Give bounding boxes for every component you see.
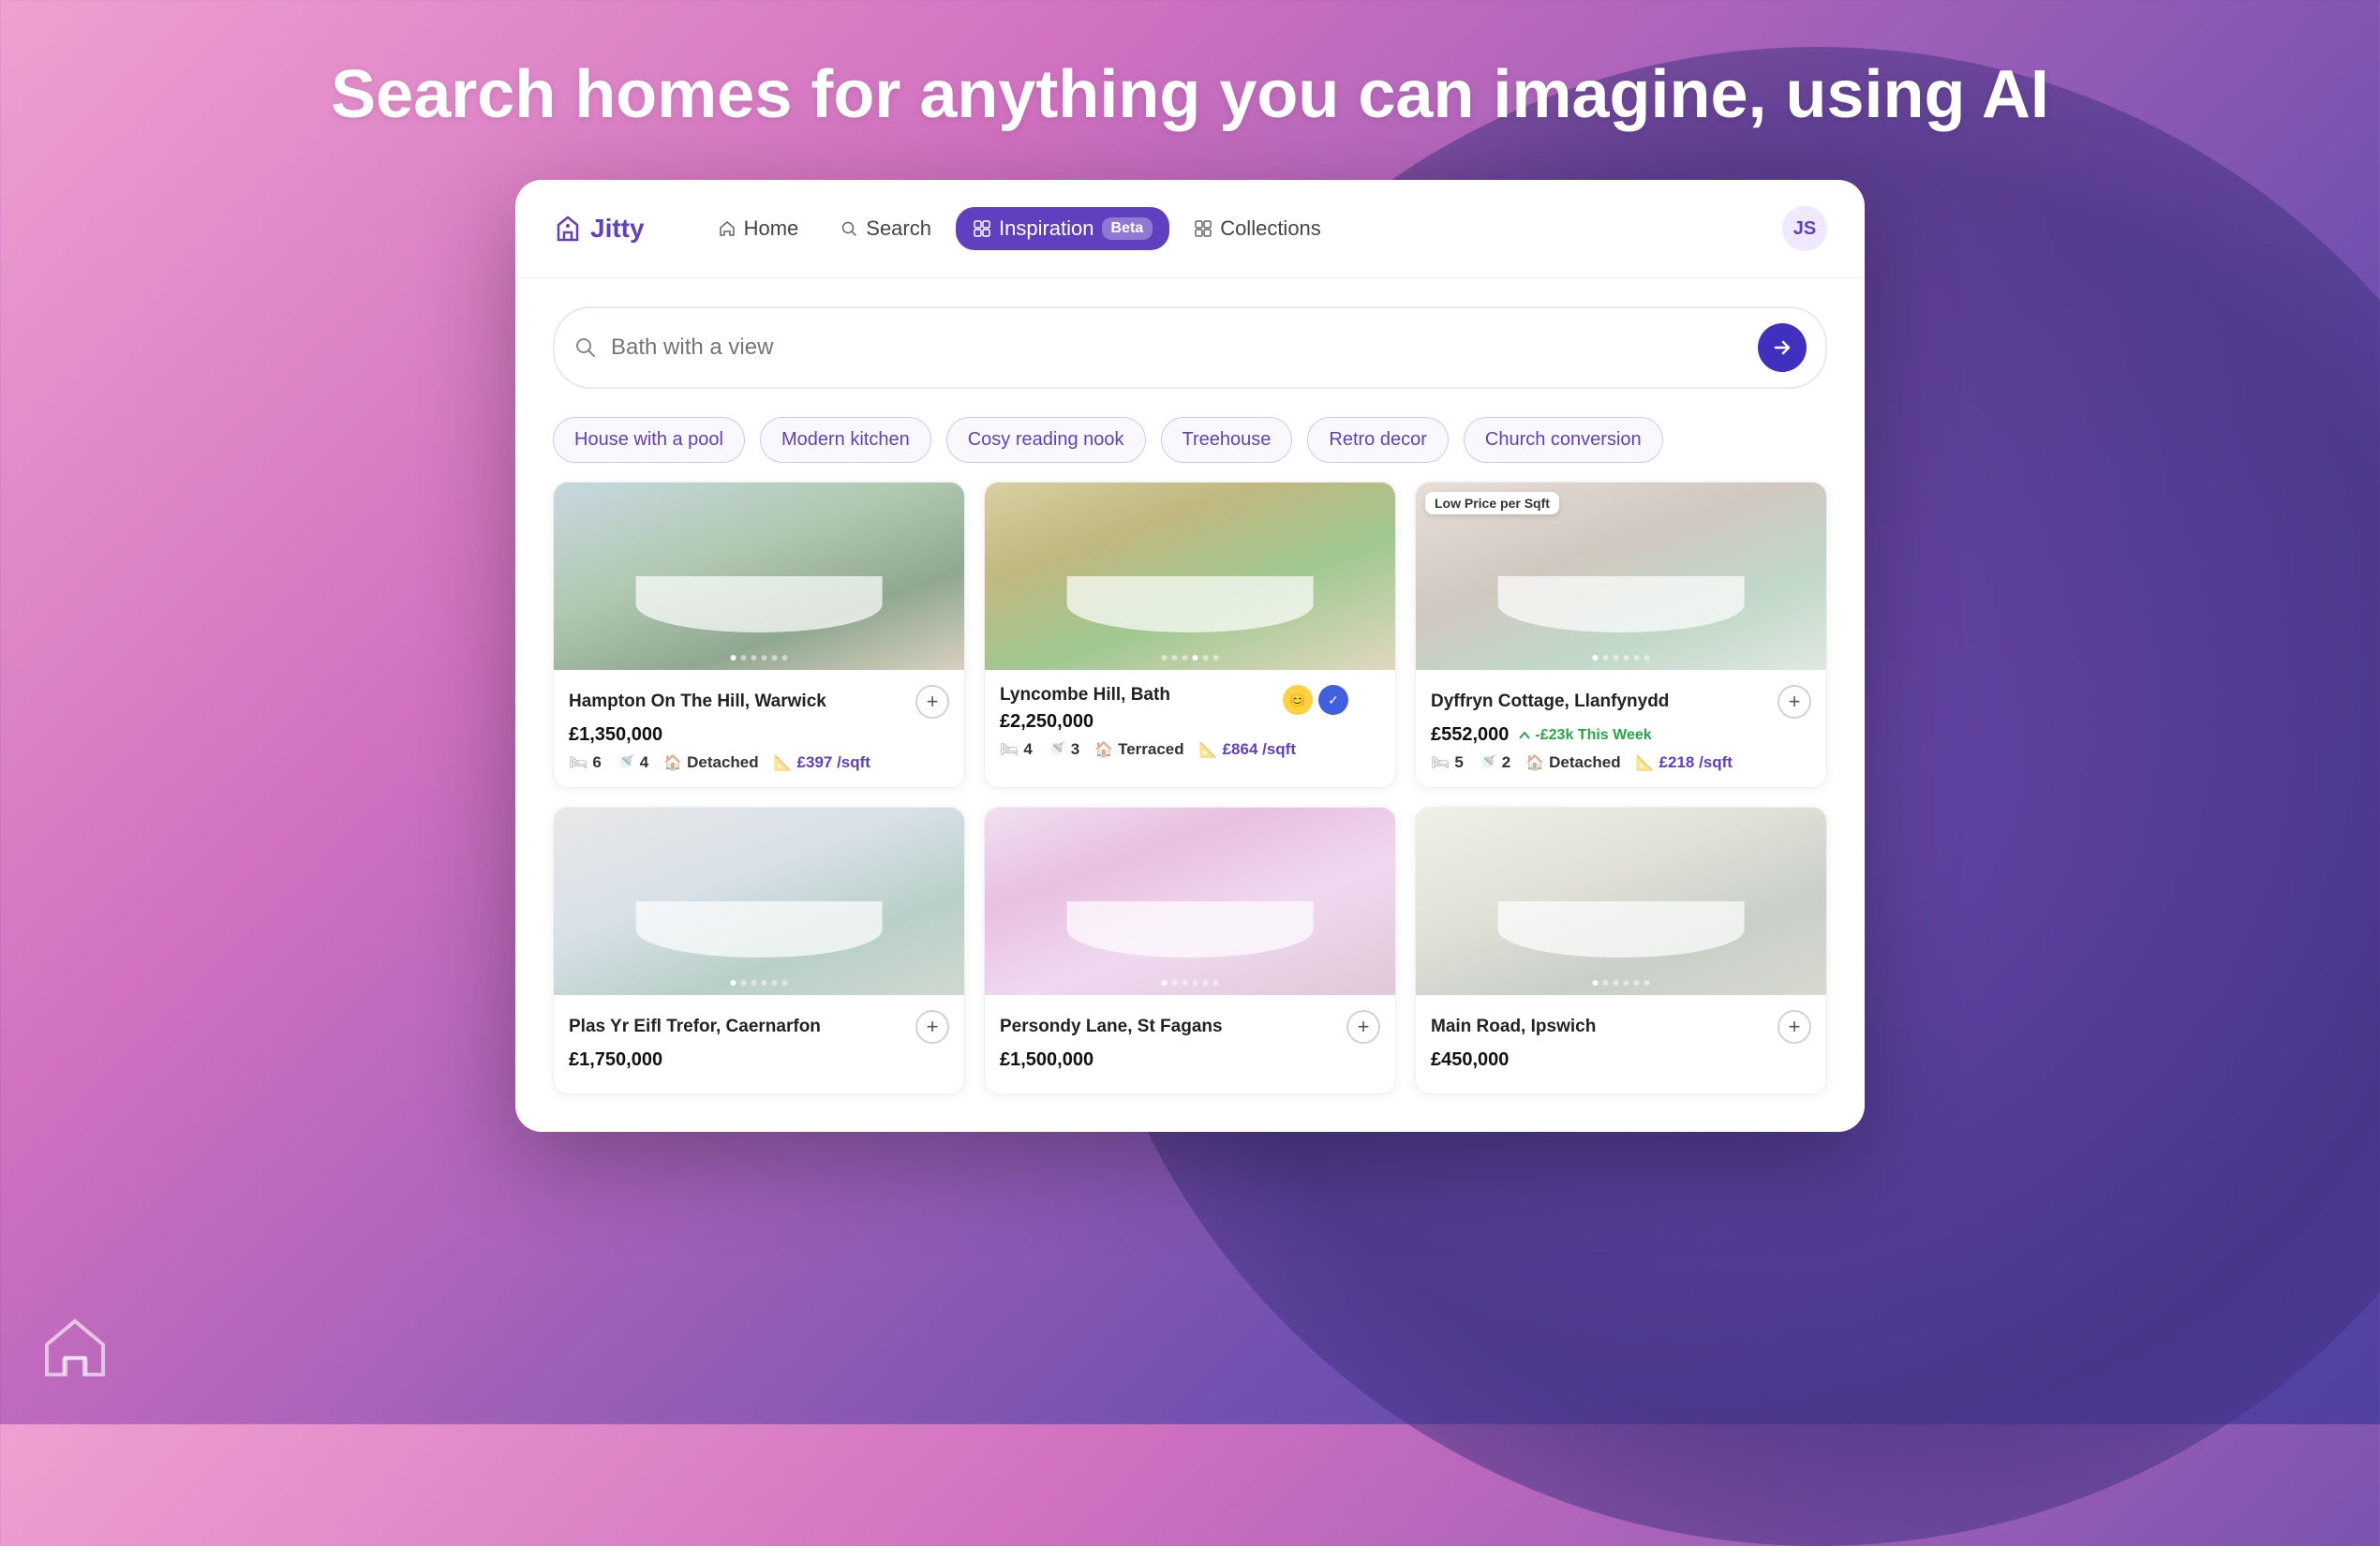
property-info-1: Hampton On The Hill, Warwick + £1,350,00… (554, 670, 964, 787)
property-image-3: Low Price per Sqft (1416, 483, 1826, 670)
navigation: Jitty Home Search (515, 180, 1865, 278)
beds-2: 🛏 4 (1000, 740, 1033, 759)
sqft-3: 📐 £218 /sqft (1636, 753, 1733, 772)
chip-retro-decor[interactable]: Retro decor (1307, 417, 1449, 463)
price-drop-3: -£23k This Week (1518, 727, 1651, 744)
property-info-2: Lyncombe Hill, Bath 😊 ✓ £2,250,000 🛏 4 (985, 670, 1395, 774)
sqft-1: 📐 £397 /sqft (774, 753, 870, 772)
baths-1: 🚿 4 (617, 753, 648, 772)
add-button-1[interactable]: + (915, 685, 949, 719)
property-name-1: Hampton On The Hill, Warwick (569, 691, 826, 712)
property-name-5: Persondy Lane, St Fagans (1000, 1017, 1223, 1037)
chip-modern-kitchen[interactable]: Modern kitchen (760, 417, 931, 463)
property-name-4: Plas Yr Eifl Trefor, Caernarfon (569, 1017, 821, 1037)
property-price-4: £1,750,000 (569, 1049, 662, 1071)
type-1: 🏠 Detached (663, 753, 758, 772)
user-avatar[interactable]: JS (1782, 206, 1827, 251)
search-bar: Bath with a view (553, 306, 1827, 389)
logo-icon (553, 214, 583, 244)
image-dots-5 (1162, 980, 1219, 986)
property-price-1: £1,350,000 (569, 724, 662, 746)
type-2: 🏠 Terraced (1094, 740, 1183, 759)
property-image-2 (985, 483, 1395, 670)
image-dots-4 (731, 980, 788, 986)
chip-house-with-pool[interactable]: House with a pool (553, 417, 745, 463)
property-info-6: Main Road, Ipswich + £450,000 (1416, 995, 1826, 1093)
add-button-5[interactable]: + (1346, 1010, 1380, 1044)
image-dots-6 (1593, 980, 1650, 986)
property-card-6[interactable]: Main Road, Ipswich + £450,000 (1415, 807, 1827, 1094)
property-price-6: £450,000 (1431, 1049, 1509, 1071)
image-dots-3 (1593, 655, 1650, 661)
property-image-5 (985, 808, 1395, 995)
property-info-4: Plas Yr Eifl Trefor, Caernarfon + £1,750… (554, 995, 964, 1093)
chip-treehouse[interactable]: Treehouse (1161, 417, 1293, 463)
nav-home[interactable]: Home (701, 207, 816, 250)
beds-1: 🛏 6 (569, 753, 602, 772)
search-icon (573, 335, 598, 360)
image-dots-2 (1162, 655, 1219, 661)
search-section: Bath with a view (515, 278, 1865, 408)
property-price-5: £1,500,000 (1000, 1049, 1093, 1071)
beta-badge: Beta (1102, 217, 1153, 240)
property-card-1[interactable]: Hampton On The Hill, Warwick + £1,350,00… (553, 482, 965, 788)
property-image-4 (554, 808, 964, 995)
type-3: 🏠 Detached (1525, 753, 1620, 772)
property-image-6 (1416, 808, 1826, 995)
property-price-2: £2,250,000 (1000, 711, 1093, 733)
add-button-3[interactable]: + (1778, 685, 1811, 719)
chip-church-conversion[interactable]: Church conversion (1464, 417, 1663, 463)
logo[interactable]: Jitty (553, 214, 645, 244)
property-card-4[interactable]: Plas Yr Eifl Trefor, Caernarfon + £1,750… (553, 807, 965, 1094)
nav-items: Home Search Inspiration Beta (701, 207, 1745, 250)
price-drop-icon (1518, 729, 1531, 742)
property-card-3[interactable]: Low Price per Sqft Dyffryn Cottage, Llan… (1415, 482, 1827, 788)
badge-yellow-2: 😊 (1283, 685, 1313, 715)
image-dots-1 (731, 655, 788, 661)
property-details-3: 🛏 5 🚿 2 🏠 Detached 📐 £218 /sqft (1431, 753, 1811, 772)
add-button-6[interactable]: + (1778, 1010, 1811, 1044)
search-submit-button[interactable] (1758, 323, 1807, 372)
home-nav-icon (718, 219, 736, 238)
property-info-5: Persondy Lane, St Fagans + £1,500,000 (985, 995, 1395, 1093)
filter-chips: House with a pool Modern kitchen Cosy re… (515, 408, 1865, 482)
property-grid: Hampton On The Hill, Warwick + £1,350,00… (515, 482, 1865, 1132)
arrow-right-icon (1772, 337, 1792, 358)
inspiration-nav-icon (973, 219, 991, 238)
property-details-2: 🛏 4 🚿 3 🏠 Terraced 📐 £864 /sqft (1000, 740, 1380, 759)
add-button-4[interactable]: + (915, 1010, 949, 1044)
nav-search[interactable]: Search (823, 207, 948, 250)
home-icon-large (37, 1307, 112, 1382)
property-name-6: Main Road, Ipswich (1431, 1017, 1596, 1037)
property-image-1 (554, 483, 964, 670)
badge-blue-2: ✓ (1318, 685, 1348, 715)
low-price-badge: Low Price per Sqft (1425, 492, 1559, 514)
nav-collections[interactable]: Collections (1177, 207, 1338, 250)
property-price-3: £552,000 (1431, 724, 1509, 746)
nav-inspiration[interactable]: Inspiration Beta (956, 207, 1169, 250)
property-name-2: Lyncombe Hill, Bath (1000, 685, 1170, 706)
property-info-3: Dyffryn Cottage, Llanfynydd + £552,000 -… (1416, 670, 1826, 787)
chip-cosy-reading-nook[interactable]: Cosy reading nook (946, 417, 1146, 463)
sqft-2: 📐 £864 /sqft (1199, 740, 1296, 759)
collections-nav-icon (1194, 219, 1212, 238)
search-input[interactable]: Bath with a view (611, 334, 1745, 361)
search-nav-icon (840, 219, 858, 238)
property-card-5[interactable]: Persondy Lane, St Fagans + £1,500,000 (984, 807, 1396, 1094)
baths-3: 🚿 2 (1479, 753, 1510, 772)
bottom-logo-icon (37, 1307, 112, 1387)
beds-3: 🛏 5 (1431, 753, 1464, 772)
app-window: Jitty Home Search (515, 180, 1865, 1132)
baths-2: 🚿 3 (1048, 740, 1079, 759)
card-badges-2: 😊 ✓ (1283, 685, 1348, 715)
property-name-3: Dyffryn Cottage, Llanfynydd (1431, 691, 1669, 712)
property-details-1: 🛏 6 🚿 4 🏠 Detached 📐 £397 /sqft (569, 753, 949, 772)
page-headline: Search homes for anything you can imagin… (331, 56, 2049, 133)
property-card-2[interactable]: Lyncombe Hill, Bath 😊 ✓ £2,250,000 🛏 4 (984, 482, 1396, 788)
